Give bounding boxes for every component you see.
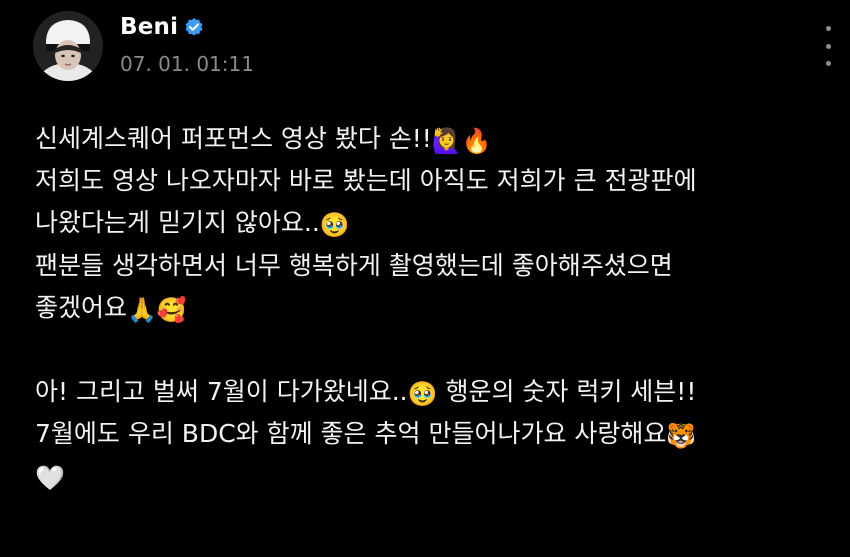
post-line-8: 🤍	[35, 455, 835, 497]
author-name[interactable]: Beni	[120, 14, 178, 40]
raising-hand-emoji-icon: 🙋‍♀️	[431, 127, 462, 155]
post-line-7: 7월에도 우리 BDC와 함께 좋은 추억 만들어나가요 사랑해요🐯	[35, 413, 835, 455]
post-line-5: 좋겠어요🙏🥰	[35, 287, 835, 329]
more-options-button[interactable]	[818, 26, 838, 66]
post-text: 아! 그리고 벌써 7월이 다가왔네요..	[35, 377, 408, 407]
post-line-1: 신세계스퀘어 퍼포먼스 영상 봤다 손!!🙋‍♀️🔥	[35, 118, 835, 160]
folded-hands-emoji-icon: 🙏	[127, 295, 157, 324]
more-vertical-icon-dot-1	[825, 26, 831, 31]
paragraph-break	[35, 329, 835, 371]
avatar-image	[33, 11, 103, 81]
post-timestamp: 07. 01. 01:11	[120, 52, 254, 76]
more-vertical-icon-dot-2	[825, 43, 831, 49]
post-line-6: 아! 그리고 벌써 7월이 다가왔네요..🥹 행운의 숫자 럭키 세븐!!	[35, 371, 835, 413]
white-heart-emoji-icon: 🤍	[35, 464, 65, 493]
post-text: 팬분들 생각하면서 너무 행복하게 촬영했는데 좋아해주셨으면	[35, 250, 673, 280]
post-line-3: 나왔다는게 믿기지 않아요..🥹	[35, 202, 835, 244]
pleading-face-emoji-icon: 🥹	[407, 380, 438, 409]
post-text: 좋겠어요	[35, 292, 128, 322]
author-info: Beni	[120, 14, 204, 40]
post-text: 저희도 영상 나오자마자 바로 봤는데 아직도 저희가 큰 전광판에	[35, 166, 697, 196]
tiger-face-emoji-icon: 🐯	[666, 422, 697, 451]
post-text: 나왔다는게 믿기지 않아요..	[35, 208, 320, 238]
post-text: 신세계스퀘어 퍼포먼스 영상 봤다 손!!	[35, 124, 432, 153]
post-line-2: 저희도 영상 나오자마자 바로 봤는데 아직도 저희가 큰 전광판에	[35, 160, 835, 202]
fire-emoji-icon: 🔥	[461, 127, 492, 155]
smiling-hearts-emoji-icon: 🥰	[156, 295, 187, 324]
verified-badge-icon	[184, 17, 204, 37]
post-body: 신세계스퀘어 퍼포먼스 영상 봤다 손!!🙋‍♀️🔥 저희도 영상 나오자마자 …	[35, 118, 835, 498]
post-text: 7월에도 우리 BDC와 함께 좋은 추억 만들어나가요 사랑해요	[35, 419, 667, 449]
more-vertical-icon-dot-3	[825, 61, 831, 66]
post-line-4: 팬분들 생각하면서 너무 행복하게 촬영했는데 좋아해주셨으면	[35, 245, 835, 287]
avatar[interactable]	[33, 11, 103, 81]
post-text: 행운의 숫자 럭키 세븐!!	[437, 377, 697, 407]
pleading-face-emoji-icon: 🥹	[319, 211, 350, 240]
